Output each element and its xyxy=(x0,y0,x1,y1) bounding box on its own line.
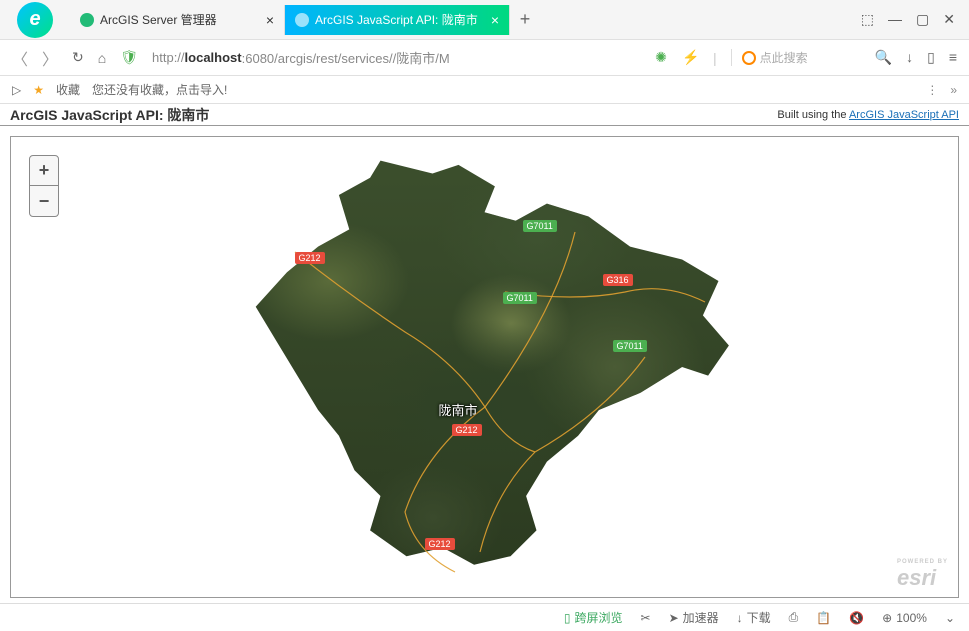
url-path: :6080/arcgis/rest/services//陇南市/M xyxy=(242,48,450,67)
globe-icon xyxy=(295,13,309,27)
home-button[interactable]: ⌂ xyxy=(98,50,106,66)
printer-icon: ⎙ xyxy=(789,610,799,625)
search-placeholder: 点此搜索 xyxy=(760,49,808,66)
shield-icon: 🛡 xyxy=(120,49,138,66)
map-viewport[interactable]: + − G212 G7011 G7011 G316 G7011 陇南市 G212… xyxy=(10,136,959,598)
mobile-icon: ▯ xyxy=(564,611,571,625)
download-icon: ↓ xyxy=(737,611,743,625)
route-label-g212-center: G212 xyxy=(452,424,482,436)
search-icon[interactable]: 🔍 xyxy=(875,49,892,66)
menu-icon[interactable]: ≡ xyxy=(949,49,957,66)
tab-label: ArcGIS JavaScript API: 陇南市 xyxy=(315,11,485,28)
speaker-icon: 🔇 xyxy=(849,611,864,625)
status-zoom[interactable]: ⊕100% xyxy=(882,611,927,625)
close-icon[interactable]: × xyxy=(491,12,499,28)
status-print[interactable]: ⎙ xyxy=(789,610,799,625)
expand-icon[interactable]: » xyxy=(950,83,957,97)
city-label-longnan: 陇南市 xyxy=(439,400,478,419)
tab-arcgis-server[interactable]: ArcGIS Server 管理器 × xyxy=(70,5,285,35)
route-label-g212-nw: G212 xyxy=(295,252,325,264)
url-host: localhost xyxy=(185,50,242,65)
extension-bolt-icon[interactable]: ⚡ xyxy=(683,50,699,66)
new-tab-button[interactable]: + xyxy=(510,9,540,30)
status-cross-screen[interactable]: ▯跨屏浏览 xyxy=(564,609,623,626)
route-label-g212-south: G212 xyxy=(425,538,455,550)
status-download[interactable]: ↓下载 xyxy=(737,609,771,626)
search-input[interactable]: 点此搜索 xyxy=(731,49,861,66)
forward-button[interactable]: 〉 xyxy=(42,46,58,70)
status-more[interactable]: ⌄ xyxy=(945,611,955,625)
reload-button[interactable]: ↻ xyxy=(72,49,84,66)
search-engine-icon xyxy=(742,51,756,65)
status-screenshot[interactable]: ✂ xyxy=(641,611,651,625)
zoom-control: + − xyxy=(29,155,59,217)
status-clipboard[interactable]: 📋 xyxy=(816,611,831,625)
favorites-label[interactable]: 收藏 xyxy=(56,81,80,98)
extension-aperture-icon[interactable]: ✺ xyxy=(653,50,669,66)
arcgis-api-link[interactable]: ArcGIS JavaScript API xyxy=(849,109,959,121)
sidebar-toggle-icon[interactable]: ▷ xyxy=(12,83,21,97)
close-icon[interactable]: × xyxy=(266,12,274,28)
back-button[interactable]: 〈 xyxy=(12,46,28,70)
chevron-icon: ⌄ xyxy=(945,611,955,625)
road-layer xyxy=(225,152,745,582)
route-label-g7011-top: G7011 xyxy=(523,220,557,232)
zoom-out-button[interactable]: − xyxy=(30,186,58,216)
address-bar[interactable]: http://localhost:6080/arcgis/rest/servic… xyxy=(152,48,639,67)
clipboard-icon: 📋 xyxy=(816,611,831,625)
favorites-empty-hint[interactable]: 您还没有收藏，点击导入! xyxy=(92,81,227,98)
maximize-icon[interactable]: ▢ xyxy=(916,11,929,28)
scissors-icon: ✂ xyxy=(641,611,651,625)
window-close-icon[interactable]: ✕ xyxy=(943,11,955,28)
download-icon[interactable]: ↓ xyxy=(906,49,913,66)
url-prefix: http:// xyxy=(152,50,185,65)
globe-icon xyxy=(80,13,94,27)
mobile-icon[interactable]: ▯ xyxy=(927,49,935,66)
esri-logo: POWERED BY esri xyxy=(897,559,948,591)
map-region: G212 G7011 G7011 G316 G7011 陇南市 G212 G21… xyxy=(225,152,745,582)
attribution: Built using the ArcGIS JavaScript API xyxy=(777,109,959,121)
browser-logo: e xyxy=(17,2,53,38)
status-accelerator[interactable]: ➤加速器 xyxy=(669,609,719,626)
page-title: ArcGIS JavaScript API: 陇南市 xyxy=(10,105,209,125)
route-label-g316: G316 xyxy=(603,274,633,286)
favorites-star-icon[interactable]: ★ xyxy=(33,83,44,97)
route-label-g7011-mid: G7011 xyxy=(503,292,537,304)
more-icon[interactable]: ⋮ xyxy=(926,83,938,97)
rocket-icon: ➤ xyxy=(669,611,679,625)
zoom-icon: ⊕ xyxy=(882,611,892,625)
route-label-g7011-right: G7011 xyxy=(613,340,647,352)
tab-arcgis-js-api[interactable]: ArcGIS JavaScript API: 陇南市 × xyxy=(285,5,510,35)
zoom-in-button[interactable]: + xyxy=(30,156,58,186)
minimize-icon[interactable]: — xyxy=(888,11,902,28)
status-mute[interactable]: 🔇 xyxy=(849,611,864,625)
tab-label: ArcGIS Server 管理器 xyxy=(100,11,260,28)
skin-icon[interactable]: ⬚ xyxy=(861,11,874,28)
